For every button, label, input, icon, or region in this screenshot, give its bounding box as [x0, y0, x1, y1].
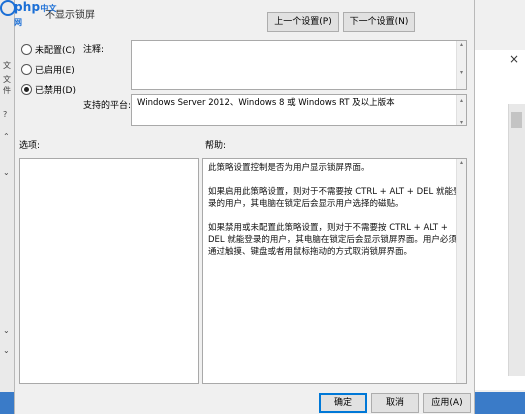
background-left-text: ? [3, 110, 8, 119]
comment-scrollbar[interactable]: ▴ ▾ [456, 41, 466, 89]
chevron-down-icon[interactable]: ⌄ [3, 168, 10, 177]
policy-dialog: 不显示锁屏 上一个设置(P) 下一个设置(N) 未配置(C) 已启用(E) 已禁… [14, 0, 475, 414]
logo-text-main: php [14, 0, 41, 14]
logo-text: php中文网 [14, 0, 58, 28]
background-scrollbar[interactable] [508, 104, 525, 376]
help-paragraph: 如果启用此策略设置，则对于不需要按 CTRL + ALT + DEL 就能登录的… [208, 187, 462, 209]
help-panel: 此策略设置控制是否为用户显示锁屏界面。 如果启用此策略设置，则对于不需要按 CT… [202, 158, 467, 384]
supported-platform-value: Windows Server 2012、Windows 8 或 Windows … [137, 98, 395, 108]
options-panel [19, 158, 199, 384]
next-setting-button[interactable]: 下一个设置(N) [343, 12, 415, 32]
radio-label: 已禁用(D) [35, 85, 76, 96]
radio-circle-checked[interactable] [21, 83, 32, 95]
scrollbar-thumb[interactable] [511, 112, 522, 128]
help-scrollbar[interactable]: ▴ [456, 159, 466, 383]
help-label: 帮助: [205, 141, 227, 151]
radio-label: 未配置(C) [35, 45, 76, 56]
supported-platform-box: Windows Server 2012、Windows 8 或 Windows … [131, 94, 467, 126]
radio-label: 已启用(E) [35, 65, 75, 76]
radio-circle[interactable] [21, 63, 32, 75]
help-paragraph: 如果禁用或未配置此策略设置，则对于不需要按 CTRL + ALT + DEL 就… [208, 223, 457, 257]
supported-scrollbar[interactable]: ▴ ▾ [456, 95, 466, 126]
radio-not-configured[interactable]: 未配置(C) [21, 42, 75, 56]
help-paragraph: 此策略设置控制是否为用户显示锁屏界面。 [208, 163, 370, 173]
prev-setting-button[interactable]: 上一个设置(P) [267, 12, 339, 32]
supported-platform-label: 支持的平台: [83, 101, 132, 111]
close-icon[interactable]: × [509, 52, 519, 66]
chevron-down-icon[interactable]: ⌄ [3, 346, 10, 355]
apply-button[interactable]: 应用(A) [423, 393, 471, 413]
php-cn-logo: php中文网 [0, 0, 58, 28]
options-label: 选项: [19, 141, 41, 151]
radio-disabled[interactable]: 已禁用(D) [21, 82, 76, 96]
chevron-up-icon[interactable]: ⌃ [3, 132, 10, 141]
cancel-button[interactable]: 取消 [371, 393, 419, 413]
chevron-down-icon[interactable]: ⌄ [3, 326, 10, 335]
comment-textarea[interactable]: ▴ ▾ [131, 40, 467, 90]
radio-circle[interactable] [21, 43, 32, 55]
background-left-text: 文 [3, 61, 11, 70]
radio-enabled[interactable]: 已启用(E) [21, 62, 75, 76]
ok-button[interactable]: 确定 [319, 393, 367, 413]
comment-label: 注释: [83, 45, 105, 55]
